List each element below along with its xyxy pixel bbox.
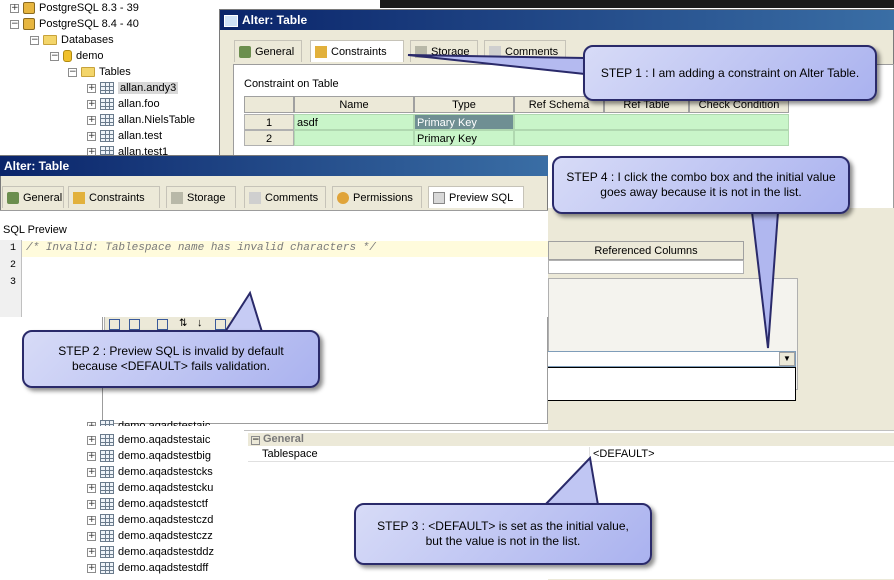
callout-step2: STEP 2 : Preview SQL is invalid by defau…	[22, 330, 320, 388]
callout-pointer-step2	[223, 290, 264, 333]
callout-pointer-step3	[542, 455, 600, 506]
callout-step3: STEP 3 : <DEFAULT> is set as the initial…	[354, 503, 652, 565]
callout-step4: STEP 4 : I click the combo box and the i…	[552, 156, 850, 214]
callout-step1: STEP 1 : I am adding a constraint on Alt…	[583, 45, 877, 101]
callout-pointer-step1	[407, 54, 586, 76]
callout-pointer-step4	[750, 211, 780, 349]
